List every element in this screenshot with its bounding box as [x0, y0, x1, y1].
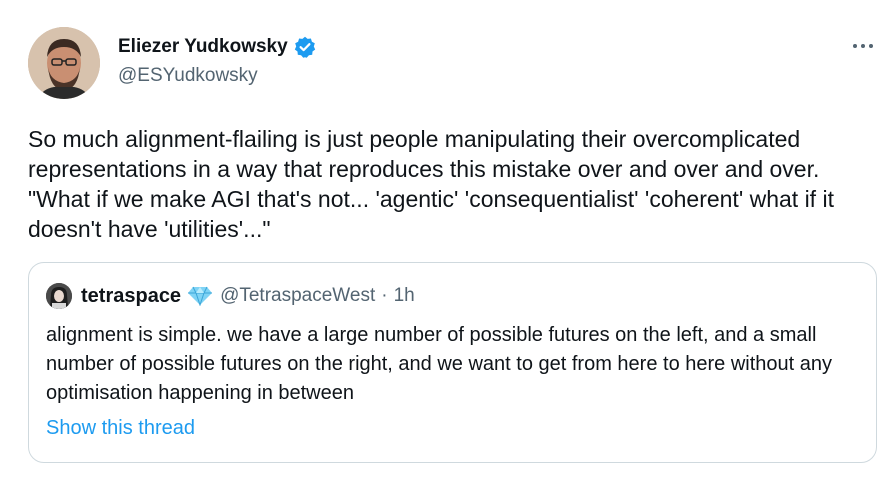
show-thread-link[interactable]: Show this thread [46, 417, 195, 440]
author-name-row: Eliezer Yudkowsky [118, 36, 316, 58]
more-options-icon[interactable] [846, 34, 880, 58]
separator-dot: · [381, 285, 388, 306]
quoted-tweet-text: alignment is simple. we have a large num… [46, 324, 833, 404]
diamond-emoji-icon [187, 286, 213, 306]
more-dot [861, 44, 865, 48]
quoted-author-avatar[interactable] [46, 283, 72, 309]
author-handle[interactable]: @ESYudkowsky [118, 65, 316, 87]
quoted-author-name[interactable]: tetraspace [81, 285, 181, 308]
author-info: Eliezer Yudkowsky @ESYudkowsky [118, 36, 316, 87]
quoted-tweet-header: tetraspace @TetraspaceWest · 1h [46, 283, 415, 309]
author-display-name[interactable]: Eliezer Yudkowsky [118, 36, 288, 58]
quoted-tweet[interactable]: tetraspace @TetraspaceWest · 1h alignmen… [28, 262, 877, 463]
more-dot [869, 44, 873, 48]
more-dot [853, 44, 857, 48]
quoted-author-handle[interactable]: @TetraspaceWest [220, 285, 375, 307]
quoted-tweet-time[interactable]: 1h [394, 285, 415, 307]
profile-photo-icon [28, 27, 100, 99]
tweet-card: Eliezer Yudkowsky @ESYudkowsky So much a… [0, 0, 891, 477]
quoted-profile-photo-icon [46, 283, 72, 309]
verified-badge-icon[interactable] [294, 36, 316, 58]
author-avatar[interactable] [28, 27, 100, 99]
tweet-text: So much alignment-flailing is just peopl… [28, 126, 841, 242]
